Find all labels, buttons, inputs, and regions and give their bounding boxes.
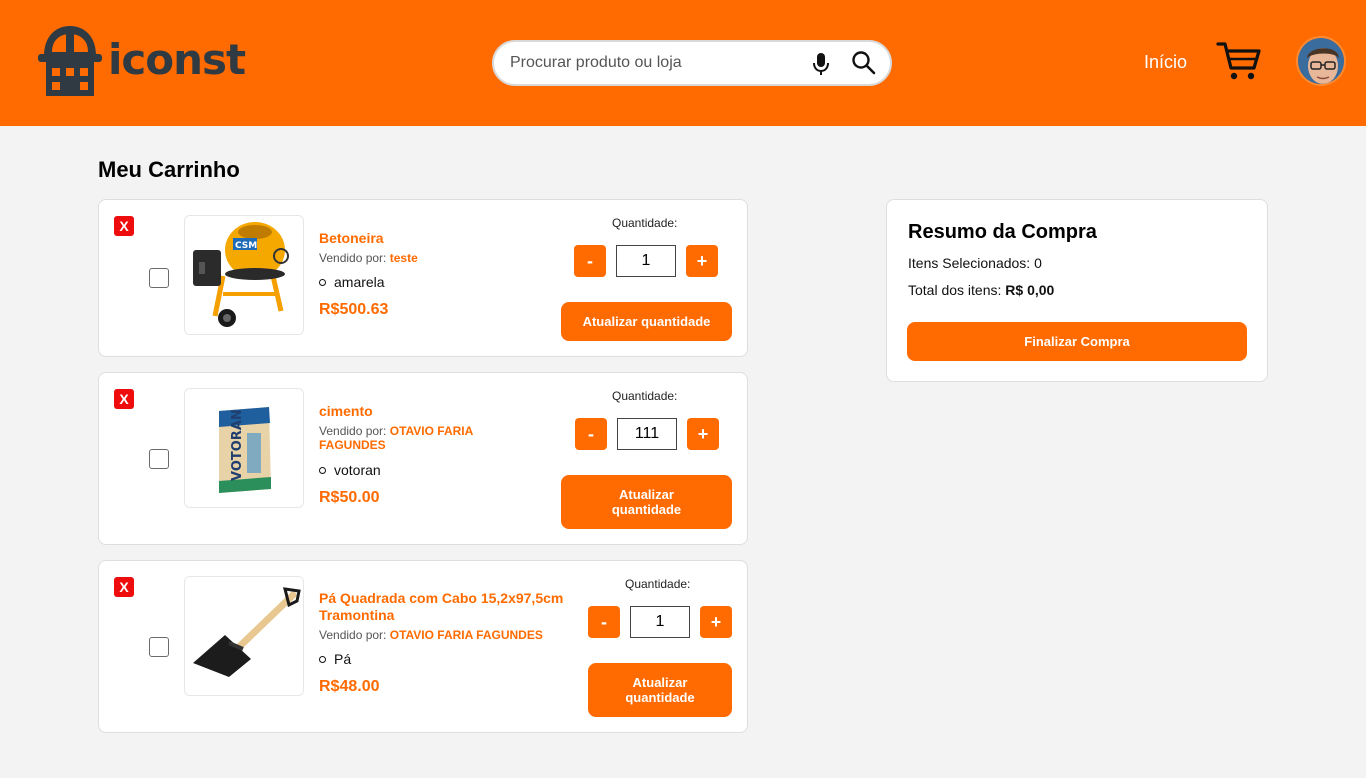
remove-item-button[interactable]: X — [114, 577, 134, 597]
cart-item: X CSM Betoneira Vendido por: teste amare… — [98, 199, 748, 357]
seller-info: Vendido por: teste — [319, 251, 418, 265]
product-price: R$500.63 — [319, 301, 389, 318]
logo[interactable]: iconst — [38, 22, 246, 96]
quantity-label: Quantidade: — [612, 389, 678, 403]
nav-inicio-link[interactable]: Início — [1144, 52, 1187, 73]
header: iconst Início — [0, 0, 1366, 126]
product-name[interactable]: Betoneira — [319, 230, 384, 247]
product-name[interactable]: cimento — [319, 403, 373, 420]
finalize-purchase-button[interactable]: Finalizar Compra — [907, 322, 1247, 361]
product-name[interactable]: Pá Quadrada com Cabo 15,2x97,5cm Tramont… — [319, 590, 589, 624]
select-item-checkbox[interactable] — [149, 449, 169, 469]
quantity-label: Quantidade: — [625, 577, 691, 591]
increase-quantity-button[interactable]: + — [686, 245, 718, 277]
shopping-cart-icon[interactable] — [1216, 40, 1262, 82]
shovel-image-icon — [185, 577, 303, 695]
select-item-checkbox[interactable] — [149, 268, 169, 288]
variant-label: votoran — [334, 462, 381, 478]
decrease-quantity-button[interactable]: - — [574, 245, 606, 277]
selected-items-count: 0 — [1034, 255, 1042, 271]
logo-text: iconst — [108, 34, 246, 84]
seller-info: Vendido por: OTAVIO FARIA FAGUNDES — [319, 424, 519, 452]
seller-prefix: Vendido por: — [319, 628, 390, 642]
order-summary: Resumo da Compra Itens Selecionados: 0 T… — [886, 199, 1268, 382]
bullet-icon — [319, 278, 326, 286]
increase-quantity-button[interactable]: + — [687, 418, 719, 450]
user-avatar[interactable] — [1296, 36, 1346, 86]
page-title: Meu Carrinho — [98, 157, 240, 182]
total-line: Total dos itens: R$ 0,00 — [908, 282, 1054, 298]
update-quantity-button[interactable]: Atualizar quantidade — [561, 475, 732, 529]
decrease-quantity-button[interactable]: - — [588, 606, 620, 638]
cement-bag-image-icon: VOTORAN — [185, 389, 303, 507]
quantity-input[interactable] — [617, 418, 677, 450]
quantity-label: Quantidade: — [612, 216, 678, 230]
user-photo-icon — [1298, 38, 1344, 84]
seller-prefix: Vendido por: — [319, 424, 390, 438]
total-label: Total dos itens: — [908, 282, 1006, 298]
select-item-checkbox[interactable] — [149, 637, 169, 657]
search-bar — [492, 40, 892, 86]
microphone-icon[interactable] — [810, 52, 832, 76]
product-image[interactable]: CSM — [184, 215, 304, 335]
variant-label: Pá — [334, 651, 352, 667]
svg-text:CSM: CSM — [235, 241, 257, 251]
quantity-input[interactable] — [630, 606, 690, 638]
selected-items-label: Itens Selecionados: — [908, 255, 1035, 271]
hardhat-building-logo-icon — [38, 26, 102, 96]
bag-brand-text: VOTORAN — [230, 409, 245, 481]
concrete-mixer-image-icon: CSM — [185, 216, 303, 334]
summary-title: Resumo da Compra — [908, 221, 1097, 243]
bullet-icon — [319, 466, 326, 474]
variant: amarela — [319, 274, 385, 290]
product-image[interactable]: VOTORAN — [184, 388, 304, 508]
selected-items-line: Itens Selecionados: 0 — [908, 255, 1042, 271]
remove-item-button[interactable]: X — [114, 216, 134, 236]
cart-item: X Pá Quadrada com Cabo 15,2x97,5cm Tramo… — [98, 560, 748, 733]
remove-item-button[interactable]: X — [114, 389, 134, 409]
decrease-quantity-button[interactable]: - — [575, 418, 607, 450]
seller-name[interactable]: teste — [390, 251, 418, 265]
product-image[interactable] — [184, 576, 304, 696]
cart-item: X VOTORAN cimento Vendido por: OTAVIO FA… — [98, 372, 748, 545]
seller-prefix: Vendido por: — [319, 251, 390, 265]
bullet-icon — [319, 655, 326, 663]
seller-info: Vendido por: OTAVIO FARIA FAGUNDES — [319, 628, 543, 642]
product-price: R$48.00 — [319, 678, 380, 695]
update-quantity-button[interactable]: Atualizar quantidade — [561, 302, 732, 341]
variant-label: amarela — [334, 274, 385, 290]
update-quantity-button[interactable]: Atualizar quantidade — [588, 663, 732, 717]
product-price: R$50.00 — [319, 489, 380, 506]
increase-quantity-button[interactable]: + — [700, 606, 732, 638]
total-value: R$ 0,00 — [1005, 282, 1055, 298]
quantity-input[interactable] — [616, 245, 676, 277]
variant: Pá — [319, 651, 351, 667]
search-icon[interactable] — [851, 50, 877, 76]
variant: votoran — [319, 462, 381, 478]
seller-name[interactable]: OTAVIO FARIA FAGUNDES — [390, 628, 543, 642]
search-input[interactable] — [510, 52, 790, 74]
